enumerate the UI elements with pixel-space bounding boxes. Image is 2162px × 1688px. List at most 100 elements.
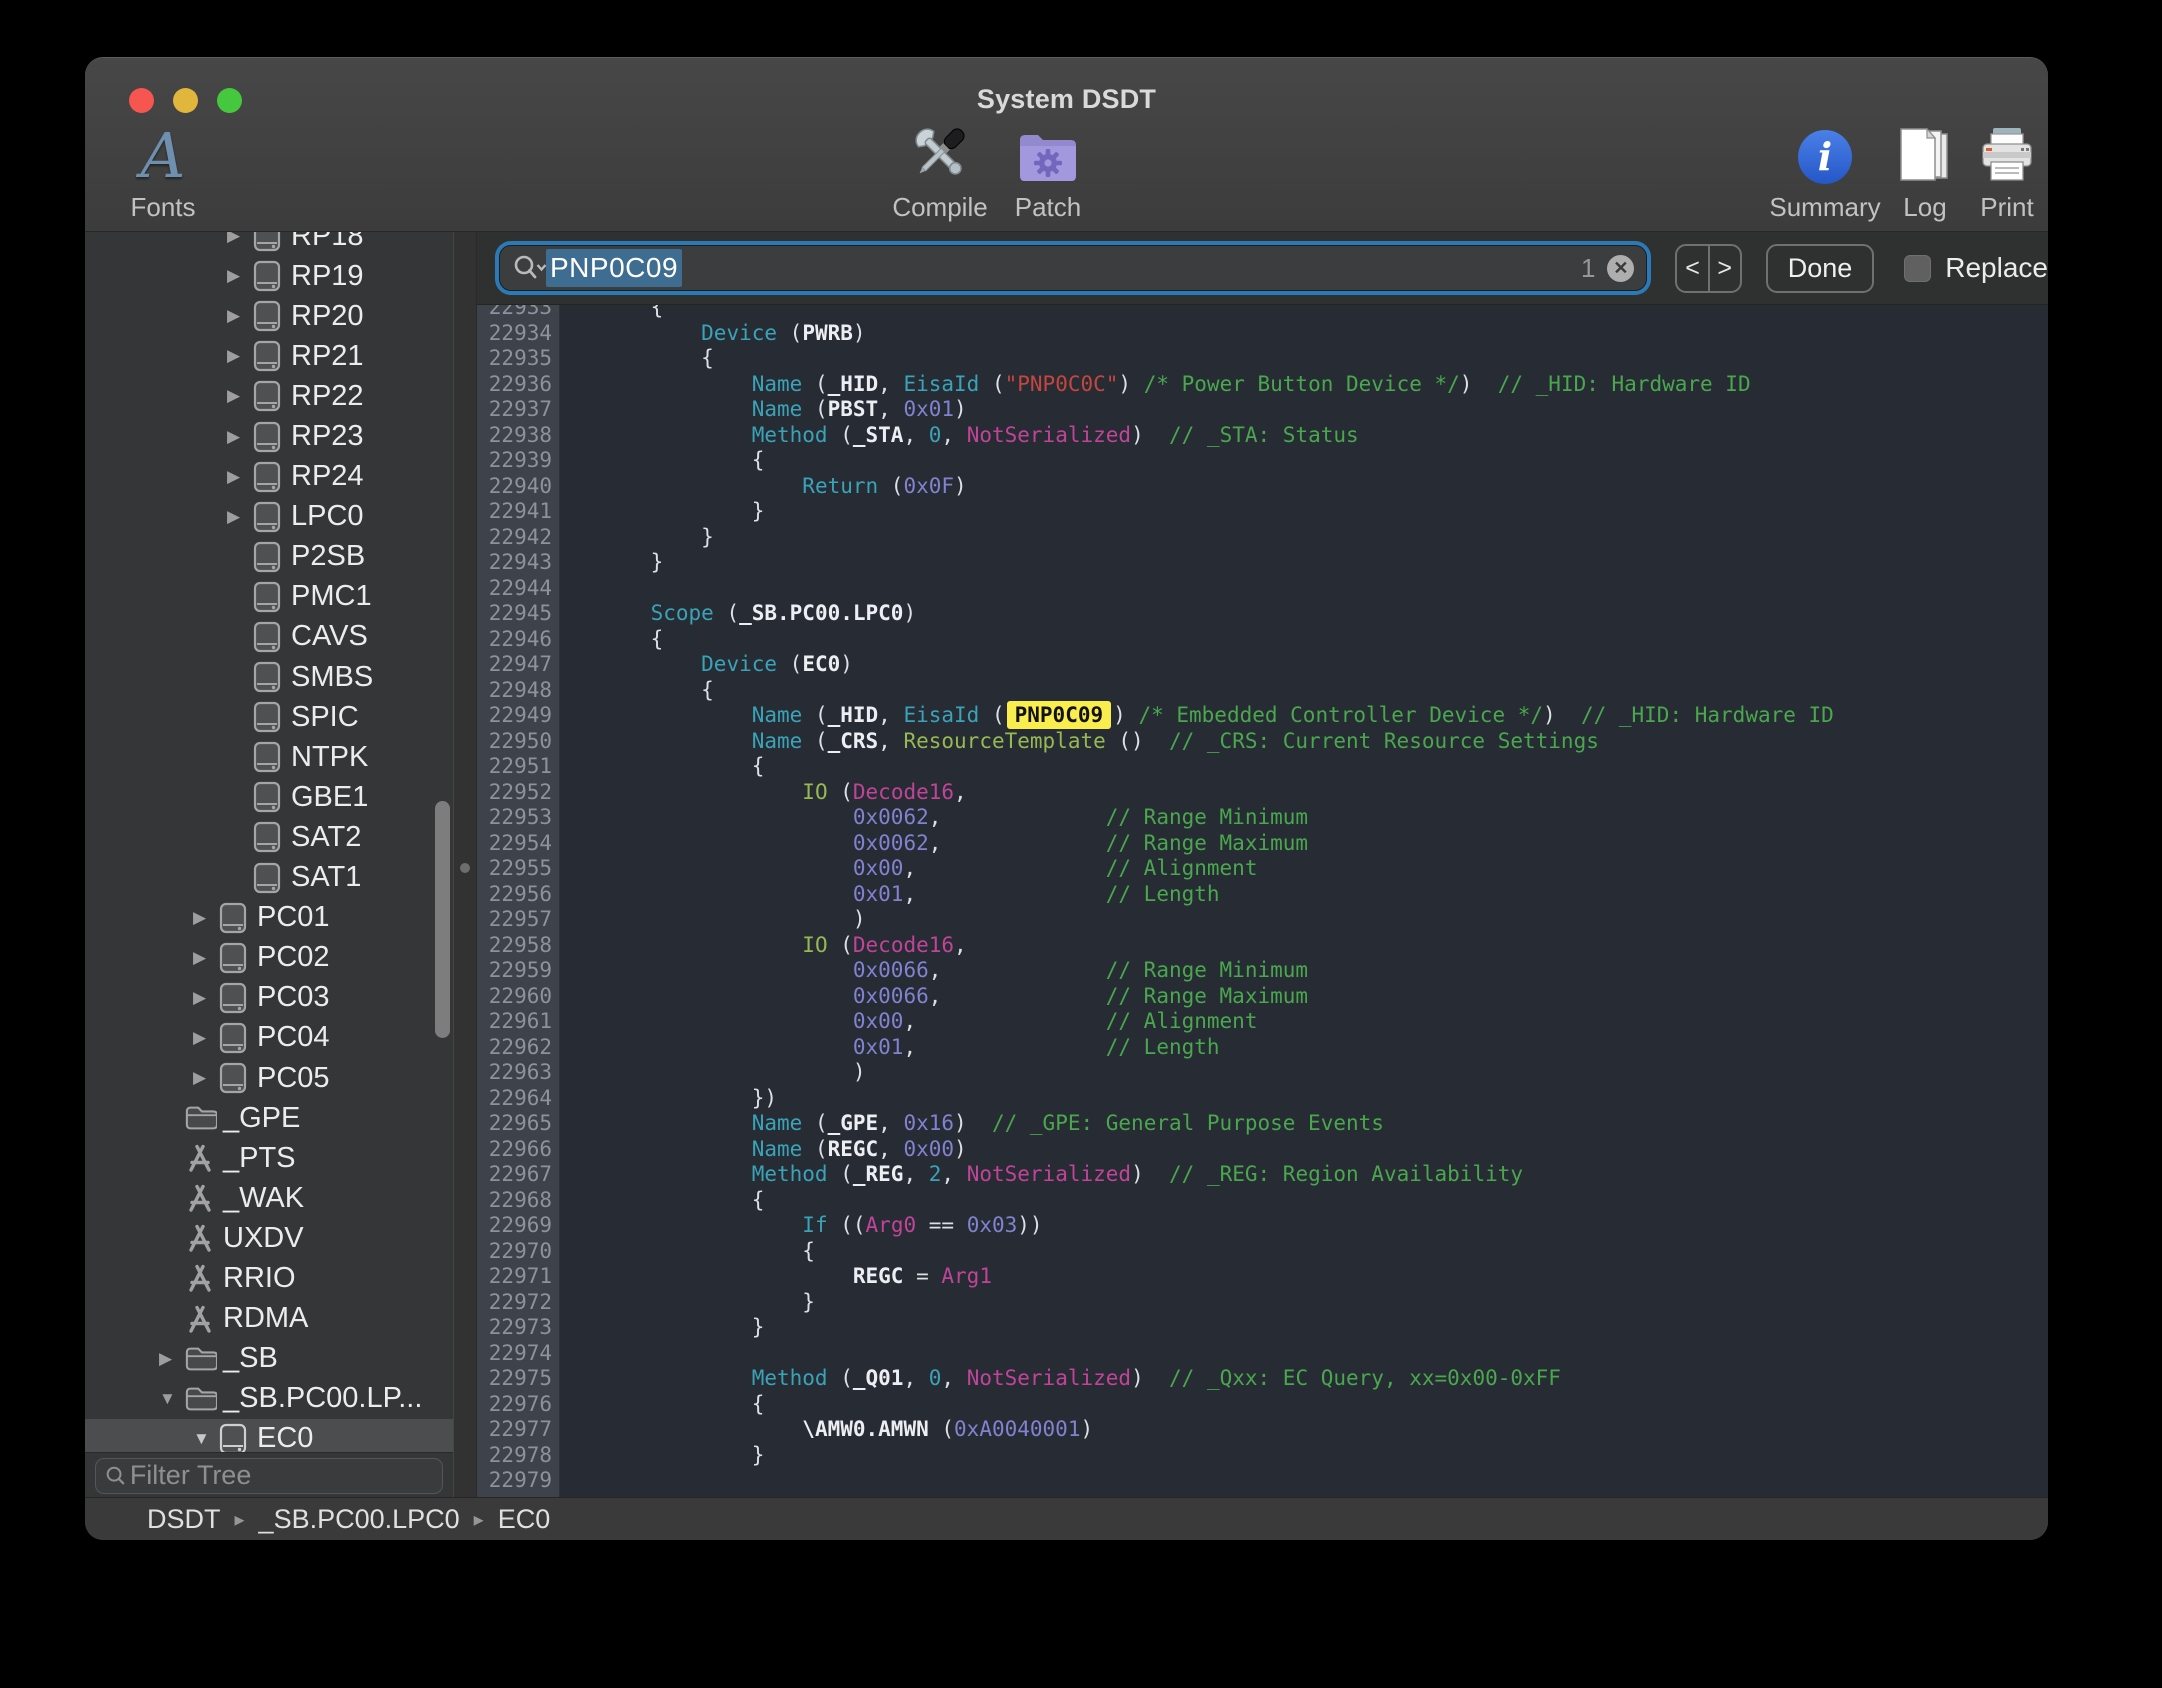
disclosure-triangle-right-icon[interactable]: ▶ (227, 232, 253, 246)
tree-item-label: SAT2 (291, 821, 361, 854)
tree-item-gbe1[interactable]: GBE1 (85, 777, 453, 817)
tree-item-ec0[interactable]: ▼ EC0 (85, 1419, 453, 1452)
toolbar-print-button[interactable]: Print (1942, 120, 2048, 223)
tree-item-smbs[interactable]: SMBS (85, 657, 453, 697)
code-line: 22936 Name (_HID, EisaId ("PNP0C0C") /* … (477, 372, 2048, 398)
code-line: 22958 IO (Decode16, (477, 933, 2048, 959)
replace-checkbox[interactable] (1904, 255, 1931, 282)
tree-item-rp23[interactable]: ▶ RP23 (85, 416, 453, 456)
tree-item-rp22[interactable]: ▶ RP22 (85, 376, 453, 416)
source-editor[interactable]: 22933 {22934 Device (PWRB)22935 {22936 N… (477, 305, 2048, 1498)
tree-item-pmc1[interactable]: PMC1 (85, 577, 453, 617)
folder-icon (185, 1105, 219, 1131)
disclosure-triangle-right-icon[interactable]: ▶ (227, 386, 253, 406)
tree-item-pc05[interactable]: ▶ PC05 (85, 1058, 453, 1098)
tree-item-cavs[interactable]: CAVS (85, 617, 453, 657)
tree-item-label: RP20 (291, 300, 364, 333)
tree-item-pc03[interactable]: ▶ PC03 (85, 978, 453, 1018)
previous-match-button[interactable]: < (1677, 246, 1709, 291)
search-input[interactable]: PNP0C09 1 ✕ (499, 245, 1647, 291)
tree-item-uxdv[interactable]: UXDV (85, 1218, 453, 1258)
splitter-handle[interactable] (460, 863, 470, 873)
status-bar: DSDT ▸ _SB.PC00.LPC0 ▸ EC0 (85, 1497, 2048, 1540)
tree-item-label: RP23 (291, 420, 364, 453)
tree-item-sat2[interactable]: SAT2 (85, 817, 453, 857)
code-text: { (560, 346, 714, 372)
code-line: 22937 Name (PBST, 0x01) (477, 397, 2048, 423)
tree-item-rdma[interactable]: RDMA (85, 1299, 453, 1339)
breadcrumb-device[interactable]: EC0 (498, 1504, 551, 1535)
device-icon (253, 421, 287, 453)
code-line: 22935 { (477, 346, 2048, 372)
toolbar-fonts-button[interactable]: A Fonts (98, 120, 228, 223)
disclosure-triangle-right-icon[interactable]: ▶ (193, 988, 219, 1008)
tree-item-label: SPIC (291, 701, 359, 734)
disclosure-triangle-right-icon[interactable]: ▶ (227, 266, 253, 286)
tree-item-_wak[interactable]: _WAK (85, 1178, 453, 1218)
breadcrumb-scope[interactable]: _SB.PC00.LPC0 (259, 1504, 460, 1535)
breadcrumb-root[interactable]: DSDT (147, 1504, 221, 1535)
sidebar-scrollbar[interactable] (435, 801, 450, 1038)
acpi-tree[interactable]: ▶ RP18▶ RP19▶ RP20▶ RP21▶ RP22▶ RP23▶ RP… (85, 232, 453, 1452)
disclosure-triangle-right-icon[interactable]: ▶ (193, 908, 219, 928)
code-line: 22977 \AMW0.AMWN (0xA0040001) (477, 1417, 2048, 1443)
code-text (560, 1468, 600, 1494)
tree-item-spic[interactable]: SPIC (85, 697, 453, 737)
tree-item-rp18[interactable]: ▶ RP18 (85, 232, 453, 256)
code-text (560, 1341, 600, 1367)
disclosure-triangle-right-icon[interactable]: ▶ (193, 1028, 219, 1048)
disclosure-triangle-down-icon[interactable]: ▼ (193, 1429, 219, 1449)
code-line: 22939 { (477, 448, 2048, 474)
tree-item-rp19[interactable]: ▶ RP19 (85, 256, 453, 296)
search-match-highlight[interactable]: PNP0C09 (1007, 701, 1112, 729)
line-number: 22959 (477, 958, 560, 984)
tree-item-_sbpc00lp[interactable]: ▼ _SB.PC00.LP... (85, 1379, 453, 1419)
tree-item-rp21[interactable]: ▶ RP21 (85, 336, 453, 376)
code-line: 22960 0x0066, // Range Maximum (477, 984, 2048, 1010)
clear-search-icon[interactable]: ✕ (1607, 255, 1634, 282)
tree-item-pc01[interactable]: ▶ PC01 (85, 898, 453, 938)
disclosure-triangle-right-icon[interactable]: ▶ (193, 1068, 219, 1088)
tree-item-_pts[interactable]: _PTS (85, 1138, 453, 1178)
disclosure-triangle-right-icon[interactable]: ▶ (193, 948, 219, 968)
done-button[interactable]: Done (1766, 244, 1875, 293)
code-text: 0x01, // Length (560, 882, 1220, 908)
code-line: 22938 Method (_STA, 0, NotSerialized) //… (477, 423, 2048, 449)
filter-row (85, 1452, 453, 1498)
line-number: 22972 (477, 1290, 560, 1316)
code-line: 22978 } (477, 1443, 2048, 1469)
search-icon[interactable] (512, 253, 546, 283)
line-number: 22958 (477, 933, 560, 959)
line-number: 22941 (477, 499, 560, 525)
disclosure-triangle-right-icon[interactable]: ▶ (227, 507, 253, 527)
disclosure-triangle-right-icon[interactable]: ▶ (159, 1349, 185, 1369)
tree-item-sat1[interactable]: SAT1 (85, 858, 453, 898)
code-line: 22953 0x0062, // Range Minimum (477, 805, 2048, 831)
tree-item-lpc0[interactable]: ▶ LPC0 (85, 497, 453, 537)
tree-item-rp24[interactable]: ▶ RP24 (85, 457, 453, 497)
device-icon (253, 821, 287, 853)
tree-item-pc02[interactable]: ▶ PC02 (85, 938, 453, 978)
tree-item-_gpe[interactable]: _GPE (85, 1098, 453, 1138)
disclosure-triangle-right-icon[interactable]: ▶ (227, 467, 253, 487)
line-number: 22938 (477, 423, 560, 449)
folder-icon (185, 1346, 219, 1372)
tree-item-rp20[interactable]: ▶ RP20 (85, 296, 453, 336)
tree-item-p2sb[interactable]: P2SB (85, 537, 453, 577)
disclosure-triangle-down-icon[interactable]: ▼ (159, 1389, 185, 1409)
next-match-button[interactable]: > (1710, 246, 1740, 291)
disclosure-triangle-right-icon[interactable]: ▶ (227, 306, 253, 326)
tree-item-label: PC03 (257, 981, 330, 1014)
disclosure-triangle-right-icon[interactable]: ▶ (227, 427, 253, 447)
svg-text:i: i (1818, 134, 1832, 179)
filter-tree-input[interactable] (128, 1459, 434, 1492)
code-text: { (560, 754, 764, 780)
tree-item-rrio[interactable]: RRIO (85, 1258, 453, 1298)
sidebar-splitter[interactable] (453, 232, 477, 1498)
tree-item-pc04[interactable]: ▶ PC04 (85, 1018, 453, 1058)
tree-item-ntpk[interactable]: NTPK (85, 737, 453, 777)
tree-item-_sb[interactable]: ▶ _SB (85, 1339, 453, 1379)
disclosure-triangle-right-icon[interactable]: ▶ (227, 346, 253, 366)
filter-tree-field[interactable] (95, 1458, 443, 1494)
toolbar-patch-button[interactable]: Patch (983, 120, 1113, 223)
